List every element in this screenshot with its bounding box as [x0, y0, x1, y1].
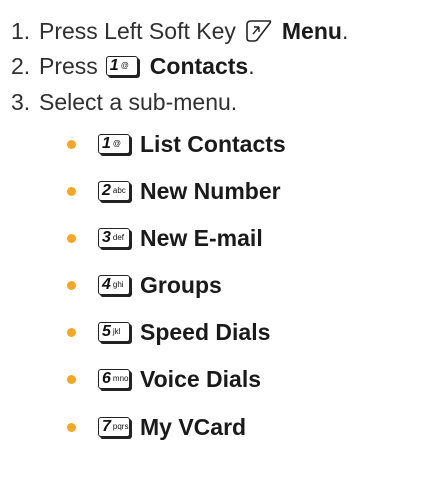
key-digit: 3 — [102, 229, 111, 246]
step-text: Press Left Soft Key — [39, 17, 236, 44]
key-letters: jkl — [112, 327, 121, 336]
key-6-icon: 6 mno — [98, 369, 130, 389]
key-digit: 1 — [109, 57, 119, 74]
key-letters: mno — [112, 374, 129, 383]
step-punct: . — [341, 17, 349, 44]
key-2-icon: 2 abc — [98, 181, 130, 201]
key-letters: pqrs — [112, 422, 129, 431]
key-letters: @ — [112, 139, 122, 148]
key-4-icon: 4 ghi — [98, 275, 130, 295]
submenu-label: Speed Dials — [140, 318, 271, 345]
key-letters: def — [112, 233, 125, 242]
key-digit: 7 — [102, 418, 111, 435]
key-1-icon: 1 @ — [105, 56, 138, 76]
bullet-icon — [67, 139, 76, 149]
submenu-label: List Contacts — [140, 130, 286, 157]
key-digit: 1 — [102, 135, 111, 152]
step-1: 1. Press Left Soft Key Menu . — [11, 16, 348, 46]
step-number: 3. — [11, 88, 31, 115]
key-3-icon: 3 def — [98, 228, 130, 248]
submenu-item-groups: 4 ghi Groups — [67, 271, 222, 299]
key-digit: 4 — [102, 276, 111, 293]
step-text: Select a sub-menu. — [39, 88, 238, 115]
step-number: 2. — [11, 52, 31, 79]
key-letters: abc — [112, 186, 126, 195]
key-digit: 5 — [102, 323, 111, 340]
left-soft-key-icon — [244, 18, 274, 44]
key-5-icon: 5 jkl — [98, 322, 130, 342]
bullet-icon — [67, 327, 76, 337]
submenu-item-voice-dials: 6 mno Voice Dials — [67, 365, 261, 393]
submenu-item-my-vcard: 7 pqrs My VCard — [67, 413, 246, 441]
menu-label: Menu — [281, 17, 342, 44]
key-digit: 2 — [102, 182, 111, 199]
submenu-item-list-contacts: 1 @ List Contacts — [67, 130, 286, 158]
key-7-icon: 7 pqrs — [98, 417, 130, 437]
key-letters: ghi — [112, 280, 124, 289]
key-1-icon: 1 @ — [98, 134, 130, 154]
step-punct: . — [248, 52, 255, 79]
submenu-item-new-email: 3 def New E-mail — [67, 224, 263, 252]
submenu-item-new-number: 2 abc New Number — [67, 177, 281, 205]
key-letters: @ — [120, 61, 129, 70]
key-digit: 6 — [102, 370, 111, 387]
submenu-label: Voice Dials — [140, 365, 262, 392]
step-2: 2. Press 1 @ Contacts . — [11, 51, 255, 81]
submenu-label: My VCard — [140, 413, 247, 440]
bullet-icon — [67, 280, 76, 290]
submenu-label: New Number — [140, 177, 281, 204]
bullet-icon — [67, 233, 76, 243]
bullet-icon — [67, 186, 76, 196]
bullet-icon — [67, 374, 76, 384]
step-3: 3. Select a sub-menu. — [11, 87, 243, 117]
step-text: Press — [39, 52, 98, 79]
contacts-label: Contacts — [149, 52, 249, 79]
step-number: 1. — [11, 17, 31, 44]
submenu-label: Groups — [140, 271, 222, 298]
submenu-item-speed-dials: 5 jkl Speed Dials — [67, 318, 270, 346]
submenu-label: New E-mail — [140, 224, 263, 251]
bullet-icon — [67, 422, 76, 432]
